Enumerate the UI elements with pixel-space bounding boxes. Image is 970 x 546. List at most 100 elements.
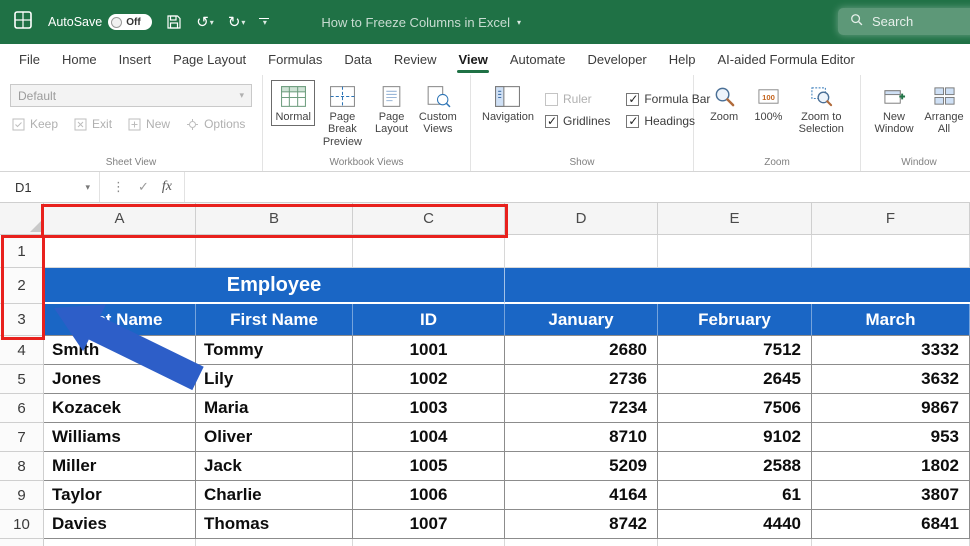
save-button[interactable] bbox=[166, 14, 182, 30]
cell-r4c3[interactable]: 2680 bbox=[505, 336, 658, 365]
new-window-button[interactable]: New Window bbox=[869, 80, 919, 139]
row-header-5[interactable]: 5 bbox=[0, 365, 44, 394]
cell-r9c2[interactable]: 1006 bbox=[353, 481, 505, 510]
cell-r7c3[interactable]: 8710 bbox=[505, 423, 658, 452]
cell-r7c4[interactable]: 9102 bbox=[658, 423, 812, 452]
search-box[interactable]: Search bbox=[838, 8, 970, 35]
column-header-f[interactable]: F bbox=[812, 203, 970, 235]
cell-r10c2[interactable]: 1007 bbox=[353, 510, 505, 539]
enter-icon[interactable]: ✓ bbox=[138, 179, 149, 195]
autosave-control[interactable]: AutoSave Off bbox=[48, 14, 152, 30]
cell-empty[interactable] bbox=[505, 235, 658, 268]
undo-button[interactable]: ↺▾ bbox=[196, 15, 214, 30]
arrange-all-button[interactable]: Arrange All bbox=[919, 80, 969, 139]
more-options-icon[interactable]: ⋮ bbox=[112, 179, 125, 195]
exit-button[interactable]: Exit bbox=[74, 117, 112, 131]
cell-r6c5[interactable]: 9867 bbox=[812, 394, 970, 423]
keep-button[interactable]: Keep bbox=[12, 117, 58, 131]
cell-r4c2[interactable]: 1001 bbox=[353, 336, 505, 365]
tab-data[interactable]: Data bbox=[333, 44, 382, 75]
options-button[interactable]: Options bbox=[186, 117, 245, 131]
header-cell-3[interactable]: January bbox=[505, 304, 658, 336]
page-break-preview-button[interactable]: Page Break Preview bbox=[315, 80, 369, 151]
gridlines-checkbox[interactable]: Gridlines bbox=[545, 110, 610, 132]
cell-r6c0[interactable]: Kozacek bbox=[44, 394, 196, 423]
cell-r5c4[interactable]: 2645 bbox=[658, 365, 812, 394]
cell-r8c4[interactable]: 2588 bbox=[658, 452, 812, 481]
zoom-100-button[interactable]: 100 100% bbox=[746, 80, 790, 126]
cell-r6c3[interactable]: 7234 bbox=[505, 394, 658, 423]
cell-empty[interactable] bbox=[505, 539, 658, 546]
cell-empty[interactable] bbox=[196, 235, 353, 268]
cell-empty[interactable] bbox=[44, 539, 196, 546]
custom-views-button[interactable]: Custom Views bbox=[414, 80, 462, 139]
tab-home[interactable]: Home bbox=[51, 44, 108, 75]
tab-ai-aided-formula-editor[interactable]: AI-aided Formula Editor bbox=[707, 44, 866, 75]
cell-r7c1[interactable]: Oliver bbox=[196, 423, 353, 452]
headings-checkbox-box[interactable] bbox=[626, 115, 639, 128]
cell-r8c1[interactable]: Jack bbox=[196, 452, 353, 481]
tab-developer[interactable]: Developer bbox=[577, 44, 658, 75]
header-cell-4[interactable]: February bbox=[658, 304, 812, 336]
header-cell-2[interactable]: ID bbox=[353, 304, 505, 336]
row-header-9[interactable]: 9 bbox=[0, 481, 44, 510]
cell-r5c3[interactable]: 2736 bbox=[505, 365, 658, 394]
cell-r6c4[interactable]: 7506 bbox=[658, 394, 812, 423]
undo-chevron-icon[interactable]: ▾ bbox=[210, 18, 214, 27]
header-cell-5[interactable]: March bbox=[812, 304, 970, 336]
row-header-partial[interactable] bbox=[0, 539, 44, 546]
cell-r10c3[interactable]: 8742 bbox=[505, 510, 658, 539]
new-sheet-view-button[interactable]: New bbox=[128, 117, 170, 131]
title-chevron-icon[interactable]: ▾ bbox=[517, 18, 521, 27]
cell-r6c1[interactable]: Maria bbox=[196, 394, 353, 423]
cell-r10c4[interactable]: 4440 bbox=[658, 510, 812, 539]
column-header-e[interactable]: E bbox=[658, 203, 812, 235]
cell-r10c1[interactable]: Thomas bbox=[196, 510, 353, 539]
cell-r4c5[interactable]: 3332 bbox=[812, 336, 970, 365]
customize-toolbar-icon[interactable]: ▾ bbox=[259, 18, 269, 26]
redo-button[interactable]: ↻▾ bbox=[228, 15, 246, 30]
insert-function-icon[interactable]: fx bbox=[162, 179, 172, 195]
cell-r7c5[interactable]: 953 bbox=[812, 423, 970, 452]
sheet-view-select[interactable]: Default ▾ bbox=[10, 84, 252, 107]
cell-empty[interactable] bbox=[44, 235, 196, 268]
cell-empty[interactable] bbox=[812, 539, 970, 546]
row-header-8[interactable]: 8 bbox=[0, 452, 44, 481]
cell-empty[interactable] bbox=[658, 235, 812, 268]
cell-r4c4[interactable]: 7512 bbox=[658, 336, 812, 365]
cell-r9c5[interactable]: 3807 bbox=[812, 481, 970, 510]
cell-r8c2[interactable]: 1005 bbox=[353, 452, 505, 481]
cell-empty[interactable] bbox=[658, 539, 812, 546]
tab-insert[interactable]: Insert bbox=[108, 44, 163, 75]
header-cell-1[interactable]: First Name bbox=[196, 304, 353, 336]
title-band-right[interactable] bbox=[505, 268, 970, 304]
cell-r8c5[interactable]: 1802 bbox=[812, 452, 970, 481]
column-header-d[interactable]: D bbox=[505, 203, 658, 235]
tab-view[interactable]: View bbox=[447, 44, 498, 75]
formula-bar-checkbox-box[interactable] bbox=[626, 93, 639, 106]
cell-r8c0[interactable]: Miller bbox=[44, 452, 196, 481]
page-layout-button[interactable]: Page Layout bbox=[369, 80, 413, 139]
tab-help[interactable]: Help bbox=[658, 44, 707, 75]
document-title[interactable]: How to Freeze Columns in Excel ▾ bbox=[321, 15, 521, 30]
cell-r5c5[interactable]: 3632 bbox=[812, 365, 970, 394]
tab-page-layout[interactable]: Page Layout bbox=[162, 44, 257, 75]
name-box-chevron-icon[interactable]: ▾ bbox=[85, 182, 90, 193]
row-header-6[interactable]: 6 bbox=[0, 394, 44, 423]
tab-file[interactable]: File bbox=[8, 44, 51, 75]
cell-empty[interactable] bbox=[353, 539, 505, 546]
cell-r4c1[interactable]: Tommy bbox=[196, 336, 353, 365]
ruler-checkbox-box[interactable] bbox=[545, 93, 558, 106]
row-header-10[interactable]: 10 bbox=[0, 510, 44, 539]
tab-automate[interactable]: Automate bbox=[499, 44, 577, 75]
cell-r8c3[interactable]: 5209 bbox=[505, 452, 658, 481]
cell-empty[interactable] bbox=[812, 235, 970, 268]
cell-r7c0[interactable]: Williams bbox=[44, 423, 196, 452]
zoom-button[interactable]: Zoom bbox=[702, 80, 746, 126]
ruler-checkbox[interactable]: Ruler bbox=[545, 88, 610, 110]
cell-r6c2[interactable]: 1003 bbox=[353, 394, 505, 423]
select-chevron-icon[interactable]: ▾ bbox=[239, 90, 244, 101]
tab-review[interactable]: Review bbox=[383, 44, 448, 75]
cell-r10c5[interactable]: 6841 bbox=[812, 510, 970, 539]
select-all-corner[interactable] bbox=[0, 203, 44, 235]
